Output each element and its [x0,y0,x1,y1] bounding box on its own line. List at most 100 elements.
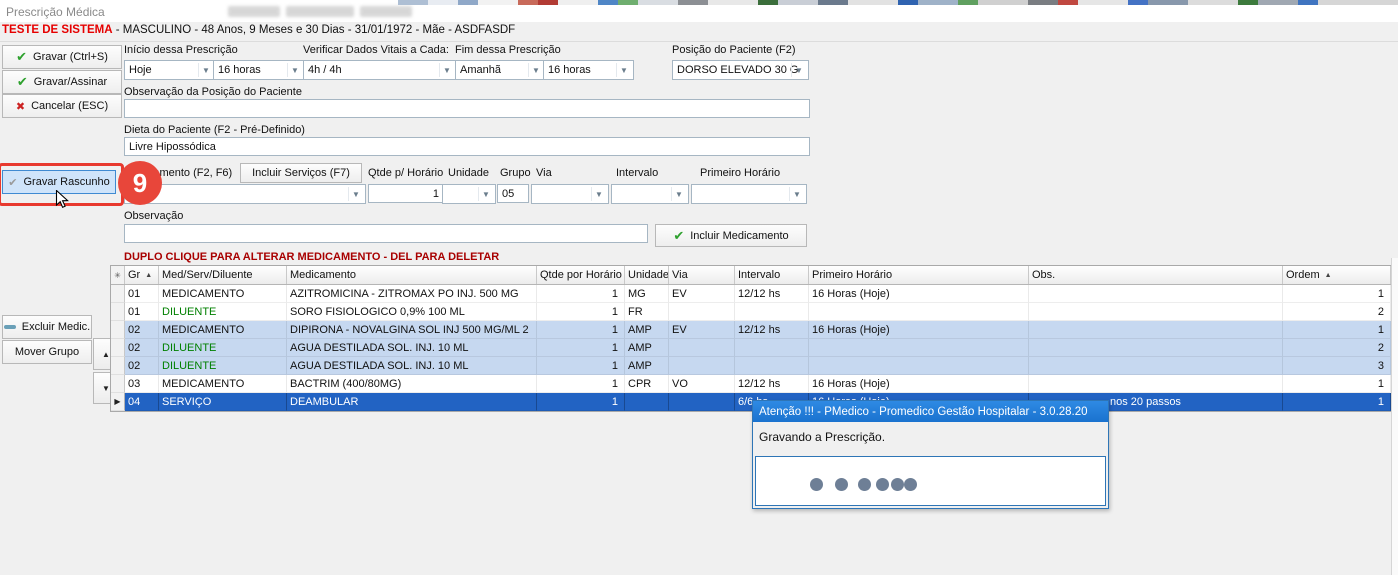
fim-day-select[interactable]: Amanhã▼ [455,60,546,80]
column-header-intervalo[interactable]: Intervalo [735,266,809,284]
cell-primeiro: 16 Horas (Hoje) [809,285,1029,303]
progress-dot [904,478,917,491]
check-icon: ✔ [17,74,28,90]
via-label: Via [536,167,552,179]
unidade-select[interactable]: ▼ [442,184,496,204]
incluir-medicamento-label: Incluir Medicamento [690,230,788,242]
vitais-value: 4h / 4h [308,64,342,76]
row-indicator [111,357,125,375]
intervalo-select[interactable]: ▼ [611,184,689,204]
check-icon: ✔ [16,49,27,65]
dialog-message: Gravando a Prescrição. [753,422,1108,444]
via-select[interactable]: ▼ [531,184,609,204]
progress-dot [810,478,823,491]
cursor-icon [55,190,70,216]
cell-tipo: DILUENTE [159,357,287,375]
dieta-input[interactable]: Livre Hipossódica [124,137,810,156]
cell-ordem: 1 [1283,321,1391,339]
column-header-unidade[interactable]: Unidade [625,266,669,284]
table-row[interactable]: 02DILUENTEAGUA DESTILADA SOL. INJ. 10 ML… [111,339,1392,357]
cell-via [669,303,735,321]
cell-primeiro [809,339,1029,357]
move-group-button[interactable]: Mover Grupo [2,340,92,364]
chevron-down-icon: ▼ [616,63,631,77]
cell-qtde: 1 [537,321,625,339]
chevron-down-icon: ▼ [348,187,363,201]
column-header-med[interactable]: Medicamento [287,266,537,284]
cancel-button-label: Cancelar (ESC) [31,100,108,112]
cell-tipo: SERVIÇO [159,393,287,411]
window-title-bar: Prescrição Médica [0,0,1398,23]
cancel-button[interactable]: ✖ Cancelar (ESC) [2,94,122,118]
inicio-day-value: Hoje [129,64,152,76]
cell-med: BACTRIM (400/80MG) [287,375,537,393]
obs-posicao-input[interactable] [124,99,810,118]
incluir-servicos-button[interactable]: Incluir Serviços (F7) [240,163,362,183]
fim-time-select[interactable]: 16 horas▼ [543,60,634,80]
chevron-down-icon: ▼ [478,187,493,201]
cell-ordem: 2 [1283,339,1391,357]
cell-gr: 02 [125,339,159,357]
cell-ordem: 1 [1283,285,1391,303]
qtde-label: Qtde p/ Horário [368,167,443,179]
column-header-qtde[interactable]: Qtde por Horário [537,266,625,284]
posicao-select[interactable]: DORSO ELEVADO 30 G▼ [672,60,809,80]
redacted-text [360,6,412,17]
observacao-input[interactable] [124,224,648,243]
intervalo-label: Intervalo [616,167,658,179]
table-row[interactable]: 02MEDICAMENTODIPIRONA - NOVALGINA SOL IN… [111,321,1392,339]
cell-intervalo [735,339,809,357]
grupo-label: Grupo [500,167,531,179]
table-row[interactable]: 01MEDICAMENTOAZITROMICINA - ZITROMAX PO … [111,285,1392,303]
column-header-via[interactable]: Via [669,266,735,284]
chevron-down-icon: ▼ [528,63,543,77]
cell-qtde: 1 [537,303,625,321]
row-indicator [111,321,125,339]
cell-med: AGUA DESTILADA SOL. INJ. 10 ML [287,357,537,375]
cell-gr: 02 [125,357,159,375]
redacted-text [228,6,280,17]
cell-obs [1029,339,1283,357]
cell-med: SORO FISIOLOGICO 0,9% 100 ML [287,303,537,321]
column-header-gr[interactable]: Gr▲ [125,266,159,284]
table-row[interactable]: 01DILUENTESORO FISIOLOGICO 0,9% 100 ML1F… [111,303,1392,321]
cell-unidade: AMP [625,339,669,357]
scrollbar[interactable] [1391,258,1398,575]
column-header-obs[interactable]: Obs. [1029,266,1283,284]
cell-intervalo: 12/12 hs [735,375,809,393]
fim-label: Fim dessa Prescrição [455,44,561,56]
cell-gr: 03 [125,375,159,393]
table-row[interactable]: 03MEDICAMENTOBACTRIM (400/80MG)1CPRVO12/… [111,375,1392,393]
vitais-select[interactable]: 4h / 4h▼ [303,60,457,80]
grupo-input[interactable]: 05 [497,184,529,203]
column-header-tipo[interactable]: Med/Serv/Diluente [159,266,287,284]
table-row[interactable]: 02DILUENTEAGUA DESTILADA SOL. INJ. 10 ML… [111,357,1392,375]
chevron-down-icon: ▼ [591,187,606,201]
cell-via: EV [669,321,735,339]
inicio-time-select[interactable]: 16 horas▼ [213,60,305,80]
grupo-value: 05 [502,188,514,200]
save-button[interactable]: ✔Gravar (Ctrl+S) [2,45,122,69]
cell-primeiro [809,303,1029,321]
incluir-medicamento-button[interactable]: ✔ Incluir Medicamento [655,224,807,247]
delete-medication-button[interactable]: Excluir Medic. [2,315,92,339]
dialog-title: Atenção !!! - PMedico - Promedico Gestão… [753,401,1108,422]
chevron-down-icon: ▼ [671,187,686,201]
progress-indicator [755,456,1106,506]
qtde-value: 1 [433,188,439,200]
cell-obs [1029,357,1283,375]
x-icon: ✖ [16,100,25,113]
primeiro-horario-select[interactable]: ▼ [691,184,807,204]
cell-via [669,393,735,411]
cell-via [669,339,735,357]
cell-ordem: 1 [1283,375,1391,393]
patient-details: - MASCULINO - 48 Anos, 9 Meses e 30 Dias… [113,24,516,36]
select-all-icon[interactable]: ✳ [111,266,125,284]
inicio-day-select[interactable]: Hoje▼ [124,60,216,80]
check-icon: ✔ [673,228,684,244]
column-header-primeiro[interactable]: Primeiro Horário [809,266,1029,284]
save-sign-button[interactable]: ✔Gravar/Assinar [2,70,122,94]
column-header-ordem[interactable]: Ordem▲ [1283,266,1391,284]
cell-med: AZITROMICINA - ZITROMAX PO INJ. 500 MG [287,285,537,303]
cell-intervalo [735,357,809,375]
